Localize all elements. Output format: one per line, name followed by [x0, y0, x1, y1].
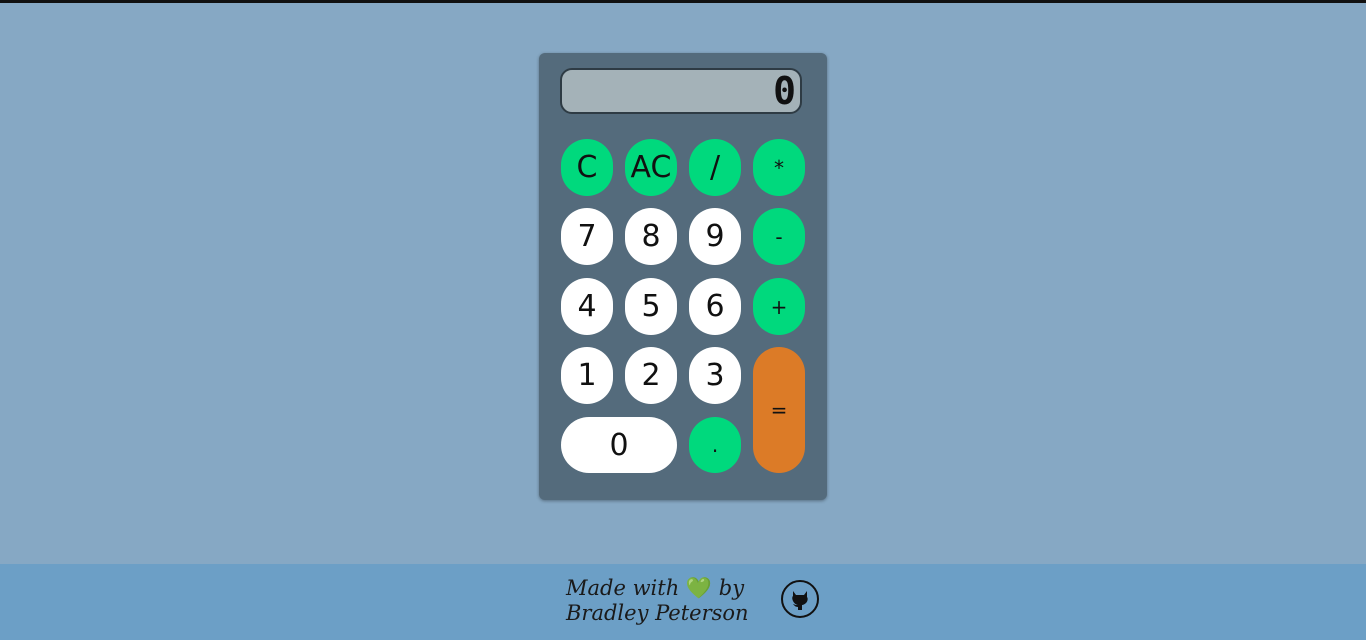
one-button[interactable]: 1: [561, 347, 613, 404]
six-button[interactable]: 6: [689, 278, 741, 335]
zero-button[interactable]: 0: [561, 417, 677, 473]
top-border: [0, 0, 1366, 3]
seven-button[interactable]: 7: [561, 208, 613, 265]
nine-button[interactable]: 9: [689, 208, 741, 265]
calculator: 0 C AC / * 7 8 9 - 4 5 6 + 1 2 3 = 0 .: [539, 53, 827, 500]
eight-button[interactable]: 8: [625, 208, 677, 265]
footer-credit: Made with 💚 by Bradley Peterson: [566, 576, 749, 626]
three-button[interactable]: 3: [689, 347, 741, 404]
multiply-button[interactable]: *: [753, 139, 805, 196]
two-button[interactable]: 2: [625, 347, 677, 404]
calculator-display: 0: [560, 68, 802, 114]
github-octocat-icon: [792, 591, 808, 610]
footer: Made with 💚 by Bradley Peterson: [0, 564, 1366, 640]
subtract-button[interactable]: -: [753, 208, 805, 265]
author-name: Bradley Peterson: [566, 601, 749, 625]
equals-button[interactable]: =: [753, 347, 805, 473]
five-button[interactable]: 5: [625, 278, 677, 335]
add-button[interactable]: +: [753, 278, 805, 335]
decimal-button[interactable]: .: [689, 417, 741, 473]
divide-button[interactable]: /: [689, 139, 741, 196]
github-icon[interactable]: [781, 580, 819, 618]
made-with-text: Made with: [566, 576, 680, 600]
all-clear-button[interactable]: AC: [625, 139, 677, 196]
clear-button[interactable]: C: [561, 139, 613, 196]
four-button[interactable]: 4: [561, 278, 613, 335]
display-value: 0: [773, 69, 796, 113]
heart-icon: 💚: [685, 576, 713, 600]
by-text: by: [718, 576, 745, 600]
